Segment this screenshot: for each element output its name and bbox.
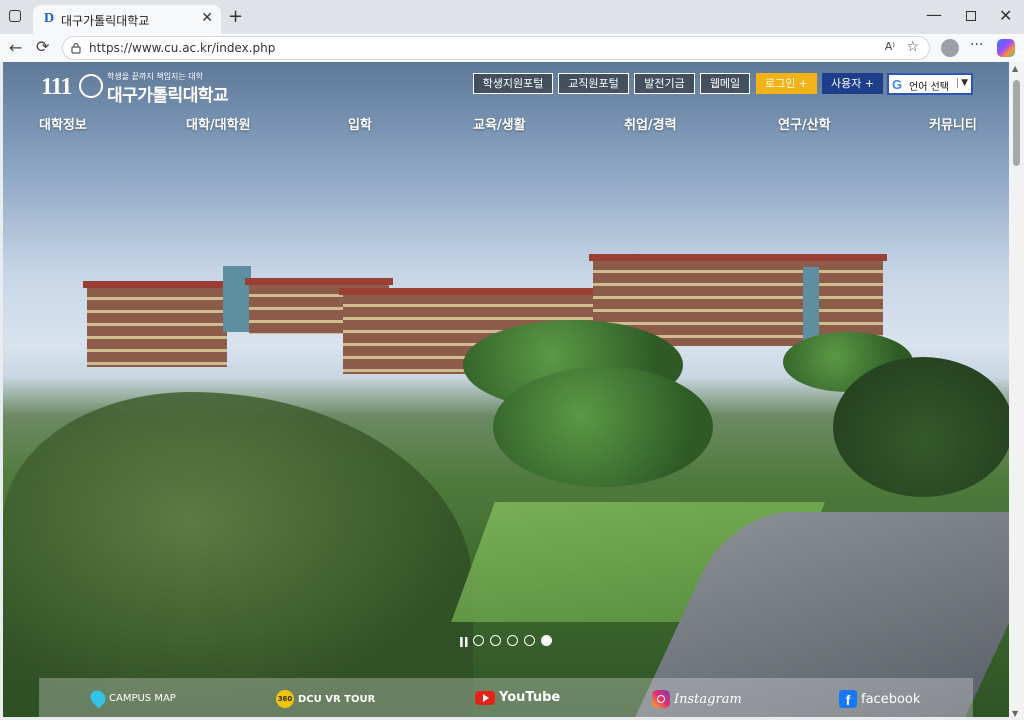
read-aloud-icon[interactable]: A⁾ (885, 40, 895, 53)
quick-links-bar: CAMPUS MAP 360 DCU VR TOUR YouTube Insta… (39, 678, 973, 717)
maximize-button[interactable] (966, 11, 976, 21)
star-icon[interactable]: ☆ (906, 39, 919, 55)
vr-360-icon: 360 (276, 690, 294, 708)
campus-building (83, 281, 231, 367)
quick-link-vr-tour[interactable]: 360 DCU VR TOUR (276, 690, 375, 708)
page-scrollbar[interactable]: ▲ ▼ (1009, 62, 1024, 720)
browser-tab-bar: D 대구가톨릭대학교 ✕ + — ✕ (0, 0, 1024, 34)
slider-dot-1[interactable] (473, 635, 484, 646)
chevron-down-icon: ▼ (957, 78, 968, 88)
more-menu-button[interactable]: ··· (970, 37, 983, 53)
scroll-up-arrow[interactable]: ▲ (1012, 64, 1018, 73)
campus-glass-tower (223, 266, 251, 332)
scroll-thumb[interactable] (1013, 80, 1020, 166)
address-toolbar: ← ⟳ https://www.cu.ac.kr/index.php A⁾ ☆ … (0, 34, 1024, 62)
profile-icon[interactable] (941, 39, 959, 57)
facebook-icon: f (839, 690, 857, 708)
hero-tree (493, 367, 713, 487)
quick-link-label: CAMPUS MAP (109, 692, 176, 704)
browser-tab[interactable]: D 대구가톨릭대학교 ✕ (33, 5, 221, 34)
gnb-item-about[interactable]: 대학정보 (39, 114, 87, 133)
hero-trees (3, 392, 473, 717)
back-button[interactable]: ← (9, 38, 22, 57)
slider-dot-2[interactable] (490, 635, 501, 646)
slider-pause-button[interactable]: II (459, 636, 469, 651)
anniversary-logo[interactable]: 111 (41, 74, 72, 101)
quick-link-facebook[interactable]: f facebook (839, 690, 920, 708)
util-link-webmail[interactable]: 웹메일 (700, 73, 750, 94)
new-tab-button[interactable]: + (228, 6, 243, 27)
util-link-staff-portal[interactable]: 교직원포털 (558, 73, 629, 94)
tab-close-icon[interactable]: ✕ (201, 10, 213, 26)
favicon: D (43, 11, 55, 26)
language-select[interactable]: G 언어 선택 ▼ (887, 73, 973, 95)
hero-trees (833, 357, 1009, 497)
gnb-item-education[interactable]: 교육/생활 (473, 114, 526, 133)
address-bar[interactable]: https://www.cu.ac.kr/index.php A⁾ ☆ (62, 36, 930, 60)
quick-link-label: Instagram (674, 691, 742, 707)
gnb-item-admission[interactable]: 입학 (348, 114, 372, 133)
util-link-student-portal[interactable]: 학생지원포털 (473, 73, 553, 94)
tab-title: 대구가톨릭대학교 (61, 14, 150, 28)
reload-button[interactable]: ⟳ (36, 37, 49, 56)
slider-dot-4[interactable] (524, 635, 535, 646)
hero-page: 111 학생을 끝까지 책임지는 대학 대구가톨릭대학교 학생지원포털 교직원포… (3, 62, 1009, 717)
copilot-icon[interactable] (997, 39, 1015, 57)
quick-link-instagram[interactable]: Instagram (652, 690, 742, 708)
language-select-label: 언어 선택 (909, 82, 949, 93)
gnb-item-career[interactable]: 취업/경력 (624, 114, 677, 133)
instagram-icon (652, 690, 670, 708)
quick-link-campus-map[interactable]: CAMPUS MAP (87, 687, 176, 709)
university-emblem-icon[interactable] (79, 74, 103, 98)
url-text[interactable]: https://www.cu.ac.kr/index.php (89, 41, 275, 55)
logo-name[interactable]: 대구가톨릭대학교 (107, 81, 229, 106)
gnb-item-community[interactable]: 커뮤니티 (929, 114, 977, 133)
gnb-item-research[interactable]: 연구/산학 (778, 114, 831, 133)
map-pin-icon (87, 687, 109, 709)
quick-link-label: YouTube (499, 690, 561, 705)
quick-link-label: facebook (861, 691, 921, 707)
slider-dot-5[interactable] (541, 635, 552, 646)
user-menu-button[interactable]: 사용자 + (822, 73, 883, 94)
quick-link-label: DCU VR TOUR (298, 693, 376, 705)
minimize-button[interactable]: — (926, 5, 942, 24)
login-button[interactable]: 로그인 + (756, 73, 817, 94)
youtube-icon (475, 690, 495, 705)
window-icon[interactable] (9, 10, 21, 22)
slider-dot-3[interactable] (507, 635, 518, 646)
google-icon: G (892, 77, 903, 92)
gnb-item-graduate[interactable]: 대학/대학원 (186, 114, 251, 133)
close-window-button[interactable]: ✕ (999, 6, 1012, 25)
quick-link-youtube[interactable]: YouTube (475, 690, 560, 705)
scroll-down-arrow[interactable]: ▼ (1012, 709, 1018, 718)
lock-icon[interactable] (71, 42, 81, 54)
util-link-fund[interactable]: 발전기금 (634, 73, 695, 94)
